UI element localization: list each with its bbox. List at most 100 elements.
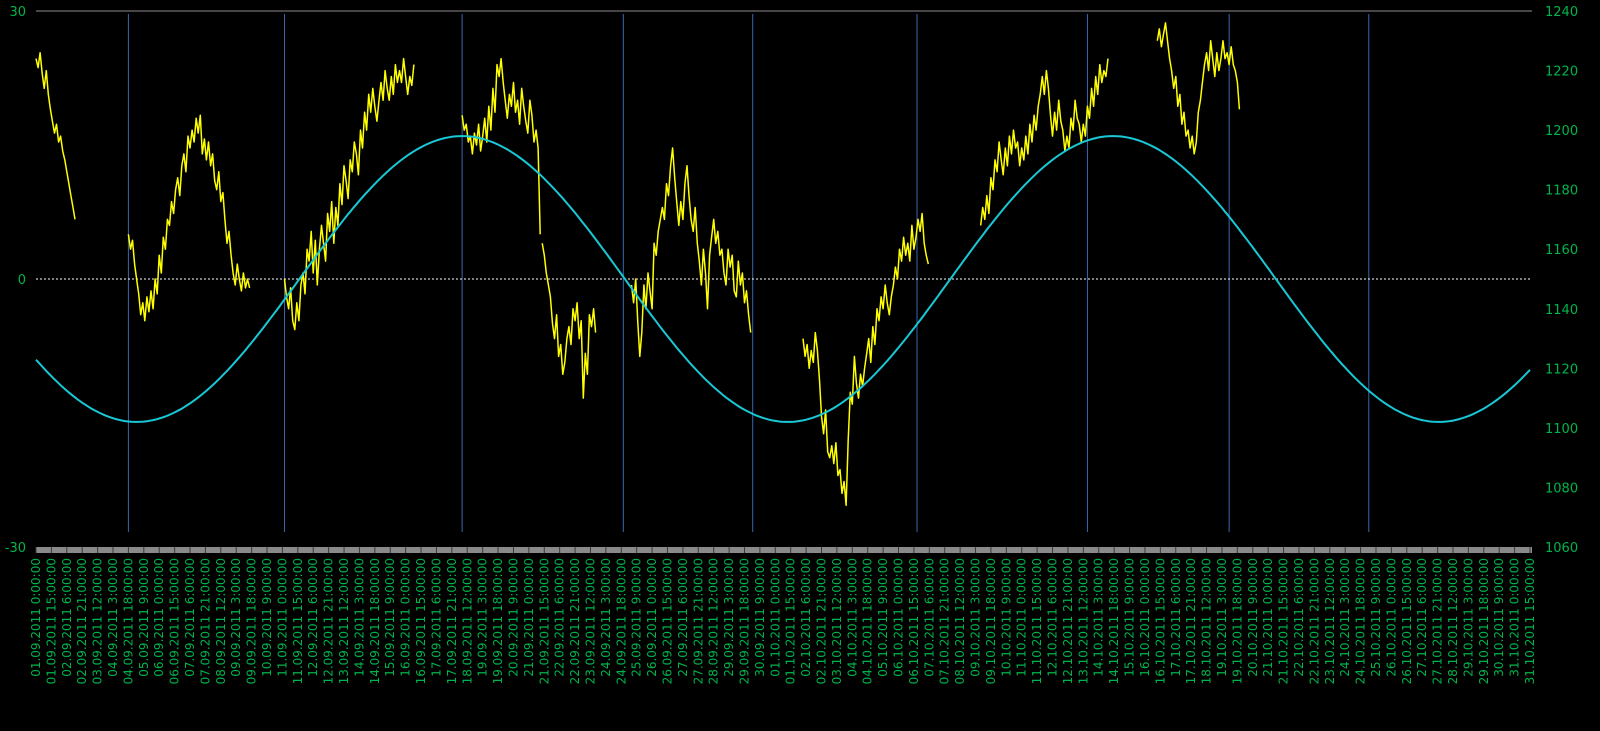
left-axis-tick-label: 30 — [9, 5, 26, 20]
x-axis-tick-label: 10.09.2011 9:00:00 — [260, 558, 274, 677]
x-axis-tick-label: 14.09.2011 18:00:00 — [368, 558, 382, 684]
x-axis-tick-label: 26.10.2011 0:00:00 — [1384, 558, 1398, 677]
x-axis-tick-label: 01.10.2011 0:00:00 — [768, 558, 782, 677]
x-axis-tick-label: 25.09.2011 9:00:00 — [630, 558, 644, 677]
x-axis-tick-label: 01.09.2011 15:00:00 — [44, 558, 58, 684]
x-axis-band — [36, 547, 1532, 553]
x-axis-tick-label: 09.10.2011 18:00:00 — [984, 558, 998, 684]
x-axis-tick-label: 17.10.2011 21:00:00 — [1184, 558, 1198, 684]
x-axis-tick-label: 27.10.2011 21:00:00 — [1431, 558, 1445, 684]
x-axis-tick-label: 28.10.2011 12:00:00 — [1446, 558, 1460, 684]
left-axis-tick-label: -30 — [5, 541, 26, 556]
x-axis-tick-label: 11.10.2011 0:00:00 — [1015, 558, 1029, 677]
x-axis-tick-label: 19.09.2011 3:00:00 — [476, 558, 490, 677]
x-axis-tick-label: 09.09.2011 3:00:00 — [229, 558, 243, 677]
x-axis-tick-label: 28.09.2011 12:00:00 — [707, 558, 721, 684]
x-axis-tick-label: 15.10.2011 9:00:00 — [1123, 558, 1137, 677]
right-axis-tick-label: 1180 — [1545, 184, 1578, 199]
x-axis-tick-label: 11.09.2011 0:00:00 — [275, 558, 289, 677]
right-axis-tick-label: 1240 — [1545, 5, 1578, 20]
x-axis-tick-label: 24.09.2011 3:00:00 — [599, 558, 613, 677]
x-axis-tick-label: 27.10.2011 6:00:00 — [1415, 558, 1429, 677]
x-axis-tick-label: 17.09.2011 21:00:00 — [445, 558, 459, 684]
x-axis-tick-label: 29.10.2011 18:00:00 — [1477, 558, 1491, 684]
x-axis-tick-label: 07.10.2011 6:00:00 — [922, 558, 936, 677]
x-axis-tick-label: 19.09.2011 18:00:00 — [491, 558, 505, 684]
x-axis-tick-label: 19.10.2011 3:00:00 — [1215, 558, 1229, 677]
x-axis-tick-label: 03.10.2011 12:00:00 — [830, 558, 844, 684]
x-axis-tick-label: 18.09.2011 12:00:00 — [460, 558, 474, 684]
x-axis-tick-label: 30.09.2011 9:00:00 — [753, 558, 767, 677]
x-axis-tick-label: 17.09.2011 6:00:00 — [430, 558, 444, 677]
x-axis-tick-label: 04.09.2011 3:00:00 — [106, 558, 120, 677]
x-axis-tick-label: 24.10.2011 18:00:00 — [1354, 558, 1368, 684]
x-axis-tick-label: 18.10.2011 12:00:00 — [1200, 558, 1214, 684]
x-axis-tick-label: 16.10.2011 0:00:00 — [1138, 558, 1152, 677]
x-axis-tick-label: 02.09.2011 6:00:00 — [60, 558, 74, 677]
x-axis-tick-label: 25.10.2011 9:00:00 — [1369, 558, 1383, 677]
x-axis-tick-label: 12.09.2011 6:00:00 — [306, 558, 320, 677]
x-axis-tick-label: 19.10.2011 18:00:00 — [1230, 558, 1244, 684]
x-axis-tick-label: 26.09.2011 0:00:00 — [645, 558, 659, 677]
x-axis-tick-label: 17.10.2011 6:00:00 — [1169, 558, 1183, 677]
x-axis-tick-label: 16.09.2011 0:00:00 — [399, 558, 413, 677]
right-axis-tick-label: 1060 — [1545, 541, 1578, 556]
left-axis-tick-label: 0 — [18, 273, 26, 288]
right-axis-tick-label: 1140 — [1545, 303, 1578, 318]
x-axis-tick-label: 02.09.2011 21:00:00 — [75, 558, 89, 684]
x-axis-tick-label: 12.10.2011 21:00:00 — [1061, 558, 1075, 684]
x-axis-tick-label: 09.10.2011 3:00:00 — [969, 558, 983, 677]
x-axis-tick-label: 30.10.2011 9:00:00 — [1492, 558, 1506, 677]
x-axis-tick-label: 23.09.2011 12:00:00 — [584, 558, 598, 684]
x-axis-tick-label: 21.10.2011 15:00:00 — [1277, 558, 1291, 684]
x-axis-tick-label: 31.10.2011 0:00:00 — [1508, 558, 1522, 677]
x-axis-tick-label: 13.09.2011 12:00:00 — [337, 558, 351, 684]
x-axis-tick-label: 04.09.2011 18:00:00 — [121, 558, 135, 684]
x-axis-tick-label: 20.10.2011 9:00:00 — [1246, 558, 1260, 677]
x-axis-tick-label: 27.09.2011 21:00:00 — [691, 558, 705, 684]
x-axis-tick-label: 06.09.2011 0:00:00 — [152, 558, 166, 677]
x-axis-tick-label: 22.09.2011 21:00:00 — [568, 558, 582, 684]
x-axis-tick-label: 21.10.2011 0:00:00 — [1261, 558, 1275, 677]
right-axis-tick-label: 1120 — [1545, 362, 1578, 377]
x-axis-tick-label: 06.10.2011 15:00:00 — [907, 558, 921, 684]
x-axis-tick-label: 01.09.2011 0:00:00 — [29, 558, 43, 677]
x-axis-tick-label: 11.10.2011 15:00:00 — [1030, 558, 1044, 684]
x-axis-tick-label: 16.10.2011 15:00:00 — [1153, 558, 1167, 684]
x-axis-tick-label: 08.09.2011 12:00:00 — [214, 558, 228, 684]
x-axis-tick-label: 23.10.2011 12:00:00 — [1323, 558, 1337, 684]
x-axis-tick-label: 08.10.2011 12:00:00 — [953, 558, 967, 684]
x-axis-tick-label: 21.09.2011 15:00:00 — [537, 558, 551, 684]
x-axis: 01.09.2011 0:00:00 01.09.2011 15:00:00 02.… — [29, 547, 1537, 684]
x-axis-tick-label: 06.10.2011 0:00:00 — [892, 558, 906, 677]
x-axis-tick-label: 12.10.2011 6:00:00 — [1046, 558, 1060, 677]
x-axis-tick-label: 29.09.2011 18:00:00 — [738, 558, 752, 684]
right-axis-tick-label: 1200 — [1545, 124, 1578, 139]
right-axis-tick-label: 1100 — [1545, 422, 1578, 437]
x-axis-tick-label: 29.09.2011 3:00:00 — [722, 558, 736, 677]
x-axis-tick-label: 10.10.2011 9:00:00 — [999, 558, 1013, 677]
x-axis-tick-label: 04.10.2011 3:00:00 — [845, 558, 859, 677]
x-axis-tick-label: 07.09.2011 21:00:00 — [198, 558, 212, 684]
x-axis-tick-label: 22.09.2011 6:00:00 — [553, 558, 567, 677]
x-axis-tick-label: 01.10.2011 15:00:00 — [784, 558, 798, 684]
x-axis-tick-label: 22.10.2011 6:00:00 — [1292, 558, 1306, 677]
right-axis-tick-label: 1220 — [1545, 65, 1578, 80]
x-axis-tick-label: 15.09.2011 9:00:00 — [383, 558, 397, 677]
x-axis-tick-label: 14.10.2011 3:00:00 — [1092, 558, 1106, 677]
x-axis-tick-label: 04.10.2011 18:00:00 — [861, 558, 875, 684]
x-axis-tick-label: 26.09.2011 15:00:00 — [661, 558, 675, 684]
x-axis-tick-label: 26.10.2011 15:00:00 — [1400, 558, 1414, 684]
x-axis-tick-label: 21.09.2011 0:00:00 — [522, 558, 536, 677]
x-axis-tick-label: 16.09.2011 15:00:00 — [414, 558, 428, 684]
right-axis-tick-label: 1160 — [1545, 243, 1578, 258]
x-axis-tick-label: 13.10.2011 12:00:00 — [1076, 558, 1090, 684]
x-axis-tick-label: 14.09.2011 3:00:00 — [352, 558, 366, 677]
x-axis-tick-label: 22.10.2011 21:00:00 — [1307, 558, 1321, 684]
x-axis-tick-label: 12.09.2011 21:00:00 — [322, 558, 336, 684]
chart-svg: 30 0 -30 1240 1220 1200 1180 1160 1140 1120 1100 1… — [0, 0, 1600, 727]
x-axis-tick-label: 03.09.2011 12:00:00 — [91, 558, 105, 684]
x-axis-tick-label: 05.09.2011 9:00:00 — [137, 558, 151, 677]
x-axis-tick-label: 24.10.2011 3:00:00 — [1338, 558, 1352, 677]
x-axis-tick-label: 24.09.2011 18:00:00 — [614, 558, 628, 684]
